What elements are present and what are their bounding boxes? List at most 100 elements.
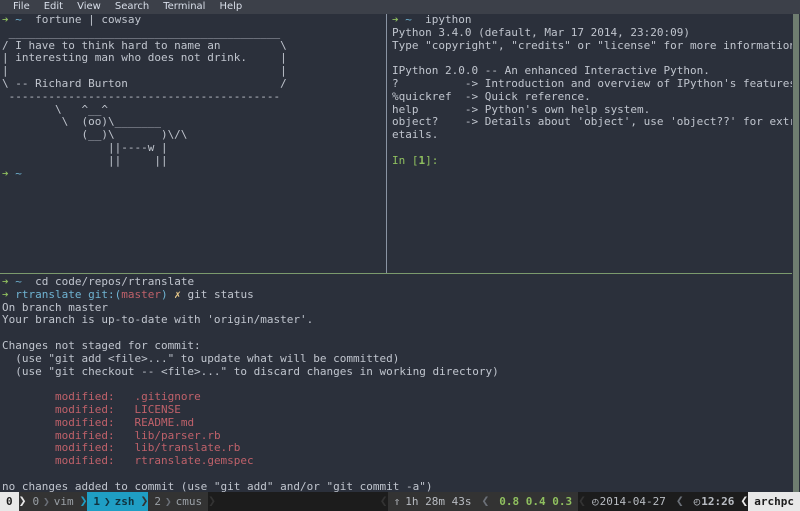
menu-item-terminal[interactable]: Terminal (156, 0, 212, 14)
git-prompt-repo-open: git:( (88, 287, 122, 301)
ipython-help-arrow-2: -> (464, 102, 479, 116)
tmux-window-0-index: 0 (32, 495, 40, 508)
ipython-prompt-directory: ~ (405, 14, 412, 26)
cowsay-art: ________________________________________… (2, 25, 287, 167)
git-modified-label-5: modified: (54, 454, 115, 468)
ipython-help-arrow-3: -> (464, 115, 479, 129)
prompt-arrow-icon-2: ➔ (2, 166, 9, 180)
tmux-window-1-name: zsh (114, 495, 135, 508)
git-prompt-branch: master (121, 287, 161, 301)
date-segment: ◴ 2014-04-27 (585, 492, 672, 511)
git-uptodate-line: Your branch is up-to-date with 'origin/m… (2, 313, 314, 327)
git-modified-label-3: modified: (54, 428, 115, 442)
git-modified-file-2: README.md (134, 415, 195, 429)
separator-window-0-icon: ❯ (43, 495, 50, 508)
git-cd-prompt-arrow-icon: ➔ (2, 276, 9, 288)
pane-fortune-cowsay[interactable]: ➔ ~ fortune | cowsay ___________________… (2, 14, 380, 272)
git-modified-file-4: lib/translate.rb (134, 441, 241, 455)
uptime-arrow-icon: ⇑ (393, 495, 401, 508)
pane-git[interactable]: ➔ ~ cd code/repos/rtranslate ➔ rtranslat… (2, 276, 792, 492)
clock-icon: ◴ (693, 495, 701, 508)
tmux-window-0-name: vim (53, 495, 74, 508)
git-prompt-arrow-icon: ➔ (2, 287, 9, 301)
menu-item-help[interactable]: Help (212, 0, 249, 14)
separator-window-1-left-icon: ❯ (79, 492, 88, 511)
uptime-segment: ⇑ 1h 28m 43s (387, 492, 478, 511)
ipython-command: ipython (425, 14, 472, 26)
menu-item-search[interactable]: Search (108, 0, 156, 14)
git-modified-file-0: .gitignore (134, 390, 201, 404)
tmux-window-1-index: 1 (93, 495, 101, 508)
separator-window-1-icon: ❯ (104, 495, 111, 508)
git-modified-label-4: modified: (54, 441, 115, 455)
separator-uptime-load-icon: ❮ (477, 492, 494, 511)
tmux-window-1-active[interactable]: 1 ❯ zsh (87, 492, 141, 511)
git-status-command: git status (187, 287, 254, 301)
separator-windows-end-icon: ❯ (208, 492, 216, 511)
date-value: 2014-04-27 (599, 495, 666, 508)
git-modified-file-3: lib/parser.rb (134, 428, 221, 442)
git-branch-line: On branch master (2, 300, 108, 314)
menu-item-file[interactable]: File (6, 0, 37, 14)
tmux-window-0[interactable]: 0 ❯ vim (26, 492, 80, 511)
git-modified-file-5: rtranslate.gemspec (134, 454, 254, 468)
fortune-command: fortune | cowsay (35, 14, 142, 26)
separator-date-time-icon: ❮ (671, 492, 688, 511)
separator-window-1-right-icon: ❯ (140, 492, 149, 511)
separator-load-date-icon: ❮ (578, 492, 586, 511)
terminal-scrollbar[interactable] (792, 14, 800, 492)
menu-bar: File Edit View Search Terminal Help (0, 0, 800, 14)
prompt-directory-2: ~ (15, 166, 22, 180)
git-cd-prompt-directory: ~ (15, 276, 22, 288)
ipython-help-arrow-1: -> (464, 89, 479, 103)
separator-session-icon: ❯ (18, 492, 27, 511)
ipython-prompt-arrow-icon: ➔ (392, 14, 399, 26)
ipython-in-label-close: ]: (425, 153, 439, 167)
ipython-help-key-0: ? (392, 76, 399, 90)
calendar-clock-icon: ◴ (591, 495, 599, 508)
time-value: 12:26 (701, 495, 735, 508)
tmux-status-bar: 0 ❯ 0 ❯ vim ❯ 1 ❯ zsh ❯ 2 ❯ cmus ❯ ❮ ⇑ 1… (0, 492, 800, 511)
pane-divider-horizontal[interactable] (0, 273, 792, 274)
time-segment: ◴ 12:26 (687, 492, 741, 511)
git-modified-label-1: modified: (54, 402, 115, 416)
tmux-window-2[interactable]: 2 ❯ cmus (148, 492, 209, 511)
tmux-window-2-index: 2 (154, 495, 161, 508)
git-prompt-repo-close: ) (160, 287, 168, 301)
load-average-value: 0.8 0.4 0.3 (499, 495, 573, 508)
git-hint-checkout: (use "git checkout -- <file>..." to disc… (2, 364, 499, 378)
hostname-segment: archpc (748, 492, 800, 511)
pane-ipython[interactable]: ➔ ~ ipython Python 3.4.0 (default, Mar 1… (392, 14, 792, 272)
ipython-help-desc-3: Details about 'object', use 'object??' f… (484, 115, 792, 129)
separator-right-start-icon: ❮ (379, 492, 388, 511)
ipython-help-desc-2: Python's own help system. (484, 102, 651, 116)
tmux-window-2-name: cmus (175, 495, 203, 508)
prompt-arrow-icon: ➔ (2, 14, 9, 26)
status-bar-right: ❮ ⇑ 1h 28m 43s ❮ 0.8 0.4 0.3 ❮ ◴ 2014-04… (379, 492, 800, 511)
pane-divider-vertical[interactable] (386, 14, 387, 273)
menu-item-view[interactable]: View (70, 0, 108, 14)
git-nochanges-line: no changes added to commit (use "git add… (2, 479, 433, 492)
git-modified-label-0: modified: (54, 390, 115, 404)
ipython-help-desc-1: Quick reference. (484, 89, 591, 103)
menu-item-edit[interactable]: Edit (37, 0, 70, 14)
git-hint-add: (use "git add <file>..." to update what … (2, 351, 400, 365)
load-average-segment: 0.8 0.4 0.3 (493, 492, 579, 511)
tmux-session-indicator[interactable]: 0 (0, 492, 19, 511)
ipython-in-label-open: In [ (392, 153, 419, 167)
uptime-value: 1h 28m 43s (405, 495, 472, 508)
ipython-help-arrow-0: -> (464, 76, 479, 90)
git-dirty-icon: ✗ (174, 287, 181, 301)
python-copyright-line: Type "copyright", "credits" or "license"… (392, 38, 792, 52)
ipython-help-key-3: object? (392, 115, 439, 129)
python-version-line: Python 3.4.0 (default, Mar 17 2014, 23:2… (392, 25, 691, 39)
separator-time-host-icon: ❮ (740, 492, 749, 511)
git-cd-command: cd code/repos/rtranslate (35, 276, 195, 288)
separator-window-2-icon: ❯ (164, 495, 172, 508)
git-changes-header: Changes not staged for commit: (2, 338, 201, 352)
status-bar-left: 0 ❯ 0 ❯ vim ❯ 1 ❯ zsh ❯ 2 ❯ cmus ❯ (0, 492, 216, 511)
scrollbar-thumb[interactable] (793, 14, 799, 492)
git-modified-file-1: LICENSE (134, 402, 181, 416)
terminal-window[interactable]: ➔ ~ fortune | cowsay ___________________… (0, 14, 800, 492)
ipython-help-key-1: %quickref (392, 89, 452, 103)
